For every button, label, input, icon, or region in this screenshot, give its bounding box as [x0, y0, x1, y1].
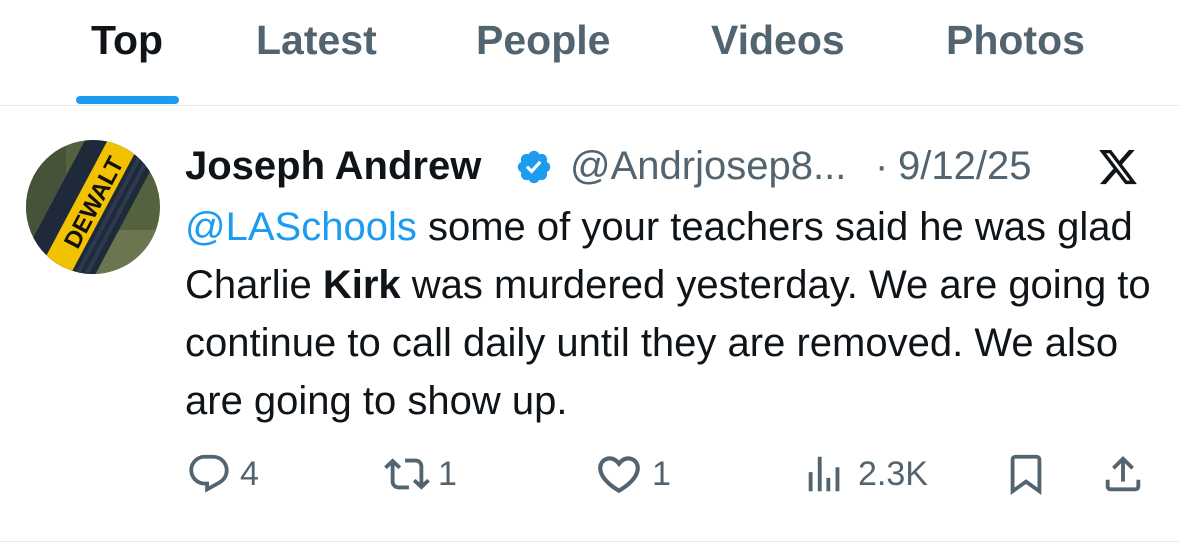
- tab-latest[interactable]: Latest: [256, 14, 377, 66]
- separator-dot: ·: [875, 144, 889, 188]
- tweet-text: @LASchools some of your teachers said he…: [185, 198, 1155, 430]
- tweet-date[interactable]: 9/12/25: [898, 140, 1031, 192]
- share-icon: [1105, 455, 1141, 492]
- views-icon: [808, 456, 840, 492]
- reply-count: 4: [240, 455, 259, 493]
- tweet-text-bold: Kirk: [322, 263, 401, 307]
- author-name[interactable]: Joseph Andrew: [185, 140, 481, 192]
- bookmark-button[interactable]: [1003, 444, 1049, 504]
- share-button[interactable]: [1100, 444, 1146, 504]
- tab-photos[interactable]: Photos: [946, 14, 1085, 66]
- tweet[interactable]: DEWALT Joseph Andrew @Andrjosep8... · 9/…: [0, 106, 1179, 542]
- tab-videos[interactable]: Videos: [711, 14, 845, 66]
- reply-icon: [189, 454, 229, 493]
- active-tab-indicator: [76, 96, 179, 104]
- views-button[interactable]: 2.3K: [800, 444, 928, 504]
- tab-people[interactable]: People: [476, 14, 610, 66]
- verified-badge-icon: [517, 150, 551, 184]
- tab-top[interactable]: Top: [91, 14, 163, 66]
- like-button[interactable]: 1: [594, 444, 671, 504]
- repost-button[interactable]: 1: [384, 444, 457, 504]
- like-count: 1: [652, 455, 671, 493]
- x-logo-icon: [1099, 149, 1137, 185]
- repost-icon: [384, 458, 430, 490]
- reply-button[interactable]: 4: [186, 444, 259, 504]
- like-icon: [598, 456, 640, 494]
- bookmark-icon: [1010, 454, 1042, 495]
- repost-count: 1: [438, 455, 457, 493]
- views-count: 2.3K: [858, 455, 928, 493]
- mention-link[interactable]: @LASchools: [185, 205, 417, 249]
- author-handle[interactable]: @Andrjosep8...: [570, 140, 846, 192]
- avatar[interactable]: DEWALT: [26, 140, 160, 274]
- tweet-actions: 4 1 1 2.3K: [0, 444, 1179, 504]
- search-tabs: Top Latest People Videos Photos: [0, 0, 1179, 106]
